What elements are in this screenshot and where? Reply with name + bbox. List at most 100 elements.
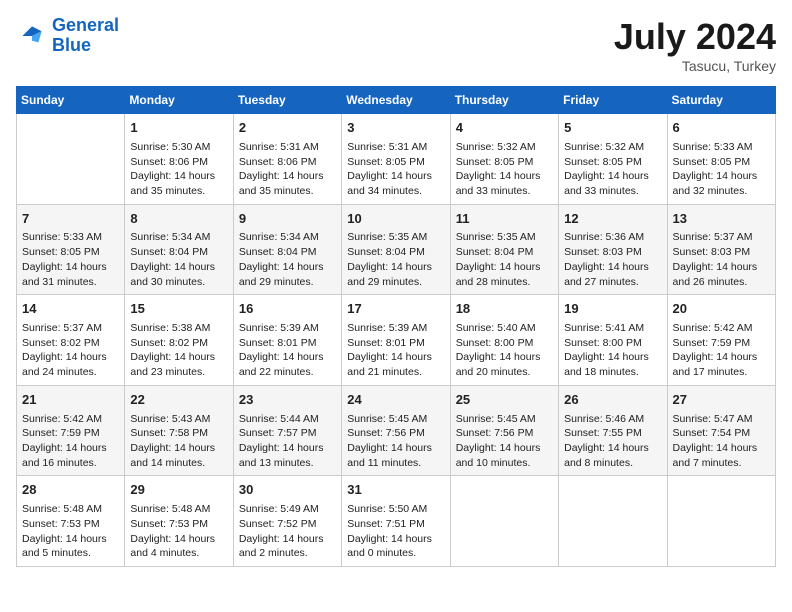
- cell-info: Sunrise: 5:48 AMSunset: 7:53 PMDaylight:…: [22, 502, 119, 561]
- day-number: 23: [239, 391, 336, 410]
- calendar-cell: 20 Sunrise: 5:42 AMSunset: 7:59 PMDayligh…: [667, 295, 775, 386]
- cell-info: Sunrise: 5:31 AMSunset: 8:06 PMDaylight:…: [239, 140, 336, 199]
- weekday-header-sunday: Sunday: [17, 87, 125, 114]
- logo-text: General Blue: [52, 16, 119, 56]
- day-number: 6: [673, 119, 770, 138]
- calendar-cell: 14Sunrise: 5:37 AMSunset: 8:02 PMDayligh…: [17, 295, 125, 386]
- weekday-header-friday: Friday: [559, 87, 667, 114]
- logo: General Blue: [16, 16, 119, 56]
- cell-info: Sunrise: 5:48 AMSunset: 7:53 PMDaylight:…: [130, 502, 227, 561]
- calendar-cell: 3 Sunrise: 5:31 AMSunset: 8:05 PMDaylight…: [342, 114, 450, 205]
- month-year-title: July 2024: [614, 16, 776, 58]
- cell-info: Sunrise: 5:32 AMSunset: 8:05 PMDaylight:…: [564, 140, 661, 199]
- day-number: 3: [347, 119, 444, 138]
- calendar-week-row: 28 Sunrise: 5:48 AMSunset: 7:53 PMDayligh…: [17, 476, 776, 567]
- calendar-week-row: 14Sunrise: 5:37 AMSunset: 8:02 PMDayligh…: [17, 295, 776, 386]
- cell-info: Sunrise: 5:32 AMSunset: 8:05 PMDaylight:…: [456, 140, 553, 199]
- calendar-cell: 15 Sunrise: 5:38 AMSunset: 8:02 PMDayligh…: [125, 295, 233, 386]
- day-number: 19: [564, 300, 661, 319]
- day-number: 1: [130, 119, 227, 138]
- cell-info: Sunrise: 5:45 AMSunset: 7:56 PMDaylight:…: [347, 412, 444, 471]
- weekday-header-saturday: Saturday: [667, 87, 775, 114]
- weekday-header-tuesday: Tuesday: [233, 87, 341, 114]
- day-number: 20: [673, 300, 770, 319]
- day-number: 16: [239, 300, 336, 319]
- cell-info: Sunrise: 5:37 AMSunset: 8:03 PMDaylight:…: [673, 230, 770, 289]
- cell-info: Sunrise: 5:37 AMSunset: 8:02 PMDaylight:…: [22, 321, 119, 380]
- cell-info: Sunrise: 5:39 AMSunset: 8:01 PMDaylight:…: [347, 321, 444, 380]
- day-number: 21: [22, 391, 119, 410]
- day-number: 17: [347, 300, 444, 319]
- calendar-cell: 31Sunrise: 5:50 AMSunset: 7:51 PMDayligh…: [342, 476, 450, 567]
- day-number: 30: [239, 481, 336, 500]
- cell-info: Sunrise: 5:42 AMSunset: 7:59 PMDaylight:…: [673, 321, 770, 380]
- day-number: 28: [22, 481, 119, 500]
- cell-info: Sunrise: 5:38 AMSunset: 8:02 PMDaylight:…: [130, 321, 227, 380]
- cell-info: Sunrise: 5:41 AMSunset: 8:00 PMDaylight:…: [564, 321, 661, 380]
- cell-info: Sunrise: 5:34 AMSunset: 8:04 PMDaylight:…: [130, 230, 227, 289]
- calendar-body: 1 Sunrise: 5:30 AMSunset: 8:06 PMDaylight…: [17, 114, 776, 567]
- cell-info: Sunrise: 5:50 AMSunset: 7:51 PMDaylight:…: [347, 502, 444, 561]
- day-number: 24: [347, 391, 444, 410]
- cell-info: Sunrise: 5:31 AMSunset: 8:05 PMDaylight:…: [347, 140, 444, 199]
- weekday-header-monday: Monday: [125, 87, 233, 114]
- day-number: 25: [456, 391, 553, 410]
- calendar-cell: 17 Sunrise: 5:39 AMSunset: 8:01 PMDayligh…: [342, 295, 450, 386]
- page-header: General Blue July 2024 Tasucu, Turkey: [16, 16, 776, 74]
- cell-info: Sunrise: 5:35 AMSunset: 8:04 PMDaylight:…: [347, 230, 444, 289]
- calendar-cell: 2 Sunrise: 5:31 AMSunset: 8:06 PMDaylight…: [233, 114, 341, 205]
- day-number: 5: [564, 119, 661, 138]
- calendar-cell: 21 Sunrise: 5:42 AMSunset: 7:59 PMDayligh…: [17, 385, 125, 476]
- day-number: 27: [673, 391, 770, 410]
- day-number: 18: [456, 300, 553, 319]
- cell-info: Sunrise: 5:49 AMSunset: 7:52 PMDaylight:…: [239, 502, 336, 561]
- day-number: 26: [564, 391, 661, 410]
- weekday-header-thursday: Thursday: [450, 87, 558, 114]
- calendar-cell: 29 Sunrise: 5:48 AMSunset: 7:53 PMDayligh…: [125, 476, 233, 567]
- calendar-table: SundayMondayTuesdayWednesdayThursdayFrid…: [16, 86, 776, 567]
- cell-info: Sunrise: 5:34 AMSunset: 8:04 PMDaylight:…: [239, 230, 336, 289]
- calendar-cell: 25 Sunrise: 5:45 AMSunset: 7:56 PMDayligh…: [450, 385, 558, 476]
- day-number: 13: [673, 210, 770, 229]
- calendar-cell: 11Sunrise: 5:35 AMSunset: 8:04 PMDayligh…: [450, 204, 558, 295]
- title-block: July 2024 Tasucu, Turkey: [614, 16, 776, 74]
- weekday-header-wednesday: Wednesday: [342, 87, 450, 114]
- calendar-cell: 22Sunrise: 5:43 AMSunset: 7:58 PMDayligh…: [125, 385, 233, 476]
- location-subtitle: Tasucu, Turkey: [614, 58, 776, 74]
- calendar-cell: 18 Sunrise: 5:40 AMSunset: 8:00 PMDayligh…: [450, 295, 558, 386]
- day-number: 10: [347, 210, 444, 229]
- cell-info: Sunrise: 5:33 AMSunset: 8:05 PMDaylight:…: [22, 230, 119, 289]
- day-number: 29: [130, 481, 227, 500]
- day-number: 15: [130, 300, 227, 319]
- cell-info: Sunrise: 5:47 AMSunset: 7:54 PMDaylight:…: [673, 412, 770, 471]
- day-number: 7: [22, 210, 119, 229]
- cell-info: Sunrise: 5:36 AMSunset: 8:03 PMDaylight:…: [564, 230, 661, 289]
- calendar-cell: 7Sunrise: 5:33 AMSunset: 8:05 PMDaylight…: [17, 204, 125, 295]
- calendar-cell: 4 Sunrise: 5:32 AMSunset: 8:05 PMDaylight…: [450, 114, 558, 205]
- day-number: 8: [130, 210, 227, 229]
- calendar-cell: 8Sunrise: 5:34 AMSunset: 8:04 PMDaylight…: [125, 204, 233, 295]
- calendar-header: SundayMondayTuesdayWednesdayThursdayFrid…: [17, 87, 776, 114]
- cell-info: Sunrise: 5:40 AMSunset: 8:00 PMDaylight:…: [456, 321, 553, 380]
- calendar-week-row: 7Sunrise: 5:33 AMSunset: 8:05 PMDaylight…: [17, 204, 776, 295]
- calendar-cell: 16 Sunrise: 5:39 AMSunset: 8:01 PMDayligh…: [233, 295, 341, 386]
- day-number: 4: [456, 119, 553, 138]
- cell-info: Sunrise: 5:45 AMSunset: 7:56 PMDaylight:…: [456, 412, 553, 471]
- cell-info: Sunrise: 5:35 AMSunset: 8:04 PMDaylight:…: [456, 230, 553, 289]
- calendar-cell: 24 Sunrise: 5:45 AMSunset: 7:56 PMDayligh…: [342, 385, 450, 476]
- cell-info: Sunrise: 5:42 AMSunset: 7:59 PMDaylight:…: [22, 412, 119, 471]
- day-number: 9: [239, 210, 336, 229]
- day-number: 2: [239, 119, 336, 138]
- calendar-cell: 27 Sunrise: 5:47 AMSunset: 7:54 PMDayligh…: [667, 385, 775, 476]
- calendar-cell: 30 Sunrise: 5:49 AMSunset: 7:52 PMDayligh…: [233, 476, 341, 567]
- calendar-cell: [667, 476, 775, 567]
- calendar-cell: 13Sunrise: 5:37 AMSunset: 8:03 PMDayligh…: [667, 204, 775, 295]
- cell-info: Sunrise: 5:30 AMSunset: 8:06 PMDaylight:…: [130, 140, 227, 199]
- calendar-cell: 5 Sunrise: 5:32 AMSunset: 8:05 PMDaylight…: [559, 114, 667, 205]
- calendar-cell: 12Sunrise: 5:36 AMSunset: 8:03 PMDayligh…: [559, 204, 667, 295]
- cell-info: Sunrise: 5:39 AMSunset: 8:01 PMDaylight:…: [239, 321, 336, 380]
- cell-info: Sunrise: 5:44 AMSunset: 7:57 PMDaylight:…: [239, 412, 336, 471]
- calendar-cell: [450, 476, 558, 567]
- calendar-week-row: 1 Sunrise: 5:30 AMSunset: 8:06 PMDaylight…: [17, 114, 776, 205]
- calendar-cell: [559, 476, 667, 567]
